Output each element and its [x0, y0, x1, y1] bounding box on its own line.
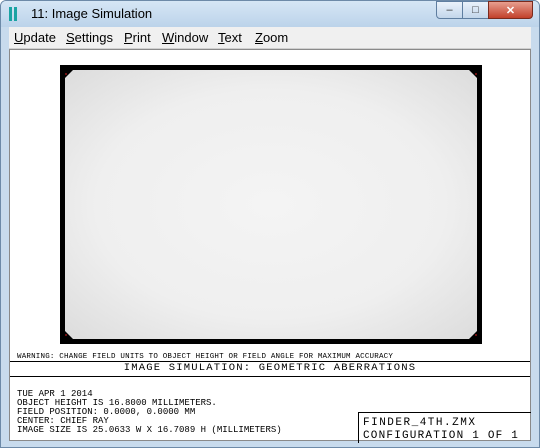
file-info-box: FINDER_4TH.ZMX CONFIGURATION 1 OF 1	[358, 412, 531, 443]
corner-mark-bottom-left	[65, 331, 73, 339]
plot-caption: IMAGE SIMULATION: GEOMETRIC ABERRATIONS	[123, 362, 417, 374]
field-units-warning: WARNING: CHANGE FIELD UNITS TO OBJECT HE…	[17, 353, 394, 361]
menu-zoom-label: oom	[262, 30, 289, 45]
minimize-icon: –	[446, 4, 453, 16]
maximize-button[interactable]: □	[462, 1, 489, 19]
window-controls: – □ ✕	[436, 1, 533, 21]
divider-bottom	[10, 376, 530, 377]
menu-settings[interactable]: Settings	[66, 30, 113, 45]
menu-print-mnemonic: P	[124, 30, 133, 45]
window-title: 11: Image Simulation	[31, 6, 153, 21]
close-icon: ✕	[505, 4, 516, 17]
menu-settings-label: ettings	[74, 30, 113, 45]
info-image-size: IMAGE SIZE IS 25.0633 W X 16.7089 H (MIL…	[17, 425, 282, 435]
corner-mark-top-left	[65, 70, 73, 78]
minimize-button[interactable]: –	[436, 1, 463, 19]
menu-window-label: indow	[174, 30, 209, 45]
menu-print[interactable]: Print	[124, 30, 151, 45]
lens-file-name: FINDER_4TH.ZMX	[363, 417, 477, 429]
menu-window-mnemonic: W	[162, 30, 175, 45]
menu-bar: Update Settings Print Window Text Zoom	[9, 27, 531, 49]
image-simulation-window: 11: Image Simulation – □ ✕ Update Settin…	[0, 0, 540, 448]
menu-print-label: rint	[132, 30, 151, 45]
menu-update[interactable]: Update	[14, 30, 56, 45]
configuration-label: CONFIGURATION 1 OF 1	[363, 430, 520, 442]
menu-zoom[interactable]: Zoom	[255, 30, 288, 45]
menu-text-label: ext	[224, 30, 242, 45]
plot-info: TUE APR 1 2014 OBJECT HEIGHT IS 16.8000 …	[17, 390, 282, 435]
menu-settings-mnemonic: S	[66, 30, 75, 45]
plot-area: WARNING: CHANGE FIELD UNITS TO OBJECT HE…	[9, 49, 531, 443]
app-icon	[9, 7, 17, 21]
title-bar[interactable]: 11: Image Simulation – □ ✕	[1, 1, 539, 27]
maximize-icon: □	[472, 4, 479, 16]
simulated-image	[65, 70, 477, 339]
menu-window[interactable]: Window	[162, 30, 208, 45]
menu-update-mnemonic: U	[14, 30, 24, 45]
menu-update-label: pdate	[23, 30, 56, 45]
corner-mark-top-right	[469, 70, 477, 78]
menu-zoom-mnemonic: Z	[255, 30, 263, 45]
corner-mark-bottom-right	[469, 331, 477, 339]
close-button[interactable]: ✕	[488, 1, 533, 19]
menu-text[interactable]: Text	[218, 30, 242, 45]
